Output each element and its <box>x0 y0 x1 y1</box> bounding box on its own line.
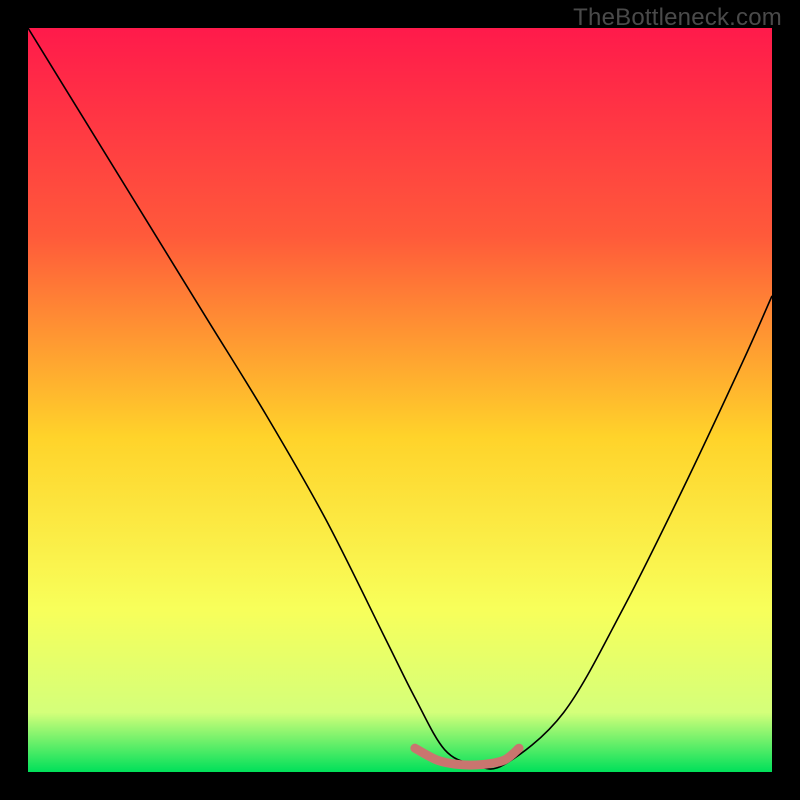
plot-area <box>28 28 772 772</box>
gradient-background <box>28 28 772 772</box>
chart-frame: TheBottleneck.com <box>0 0 800 800</box>
watermark-text: TheBottleneck.com <box>573 4 782 32</box>
chart-svg <box>28 28 772 772</box>
